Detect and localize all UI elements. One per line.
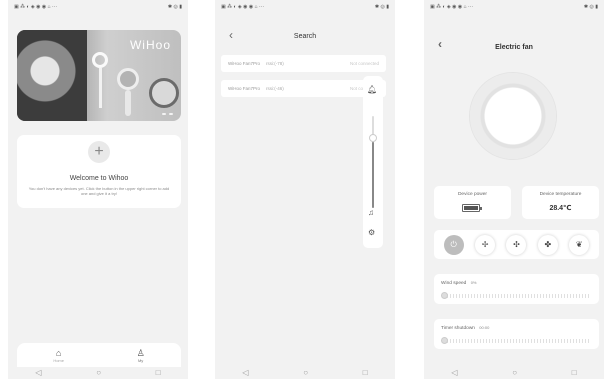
status-icons-left: ▣ ⁂ ◐ ◈ ◉ ◉ ⌂ ··· — [430, 4, 474, 10]
fan-header: ‹ Electric fan — [424, 37, 604, 57]
fan-image — [92, 52, 108, 68]
add-device-button[interactable]: + — [88, 141, 110, 163]
device-rssi: rssi:(-78) — [266, 61, 284, 66]
status-icons-left: ▣ ⁂ ◐ ◈ ◉ ◉ ⌂ ··· — [14, 4, 58, 10]
home-circle-icon[interactable]: ○ — [512, 368, 517, 377]
back-icon[interactable]: ◁ — [242, 368, 248, 377]
leaf-icon: ❦ — [575, 240, 583, 249]
wind-speed-label: Wind speed 0% — [441, 280, 476, 286]
fan-mode-2-icon: ✣ — [513, 240, 520, 249]
volume-slider-knob[interactable] — [369, 134, 377, 142]
fan-image — [125, 90, 131, 116]
status-bar: ▣ ⁂ ◐ ◈ ◉ ◉ ⌂ ··· ✱ ◎ ▮ — [215, 0, 395, 14]
timer-slider-knob[interactable] — [441, 337, 448, 344]
home-circle-icon[interactable]: ○ — [96, 368, 101, 377]
system-nav-bar: ◁ ○ □ — [424, 365, 604, 379]
system-nav-bar: ◁ ○ □ — [8, 365, 188, 379]
device-rssi: rssi:(-46) — [266, 86, 284, 91]
wind-speed-slider-track[interactable] — [444, 294, 589, 298]
search-header: ‹ Search — [215, 26, 395, 46]
home-circle-icon[interactable]: ○ — [303, 368, 308, 377]
status-bar: ▣ ⁂ ◐ ◈ ◉ ◉ ⌂ ··· ✱ ◎ ▮ — [424, 0, 604, 14]
plus-icon: + — [94, 143, 104, 160]
tab-my-label: My — [137, 357, 144, 363]
home-icon: ⌂ — [55, 347, 62, 358]
device-temperature-card: Device temperature 28.4℃ — [522, 186, 599, 219]
power-icon: ⏻ — [450, 239, 457, 249]
tab-home-label: Home — [53, 357, 64, 363]
welcome-card: + Welcome to Wihoo You don't have any de… — [17, 135, 181, 208]
timer-shutdown-label-text: Timer shutdown — [441, 326, 475, 331]
bell-icon[interactable]: 🔔︎ — [367, 85, 377, 94]
back-chevron-icon[interactable]: ‹ — [438, 37, 442, 51]
person-icon: ♙ — [136, 347, 145, 358]
device-power-card: Device power — [434, 186, 511, 219]
wind-speed-card: Wind speed 0% — [434, 274, 599, 304]
fan-mode-1-button[interactable]: ✢ — [475, 234, 496, 255]
recents-icon[interactable]: □ — [363, 368, 368, 377]
welcome-description: You don't have any devices yet. Click th… — [28, 186, 170, 196]
timer-slider-track[interactable] — [444, 339, 589, 343]
fan-image — [99, 68, 102, 108]
tab-home[interactable]: ⌂ Home — [53, 348, 64, 363]
wind-speed-label-text: Wind speed — [441, 281, 467, 286]
device-status: Not connected — [349, 61, 379, 66]
bottom-tab-bar: ⌂ Home ♙ My — [17, 343, 181, 367]
music-icon[interactable]: ♫ — [368, 208, 374, 217]
device-list-item[interactable]: WiHoo Fan7Pro rssi:(-78) Not connected — [221, 55, 386, 72]
status-icons-left: ▣ ⁂ ◐ ◈ ◉ ◉ ⌂ ··· — [221, 4, 265, 10]
timer-shutdown-label: Timer shutdown 00:00 — [441, 325, 489, 331]
power-button[interactable]: ⏻ — [443, 234, 464, 255]
banner-brand: WiHoo — [129, 38, 171, 52]
status-icons-right: ✱ ◎ ▮ — [374, 4, 389, 10]
fan-mode-1-icon: ✢ — [481, 240, 489, 249]
carousel-dots — [162, 113, 173, 115]
phone-search-screen: ▣ ⁂ ◐ ◈ ◉ ◉ ⌂ ··· ✱ ◎ ▮ ‹ Search WiHoo F… — [215, 0, 395, 379]
recents-icon[interactable]: □ — [156, 368, 161, 377]
volume-slider-fill — [372, 142, 374, 208]
welcome-title: Welcome to Wihoo — [69, 175, 129, 182]
status-bar: ▣ ⁂ ◐ ◈ ◉ ◉ ⌂ ··· ✱ ◎ ▮ — [8, 0, 188, 14]
fan-mode-2-button[interactable]: ✣ — [506, 234, 527, 255]
phone-home-screen: ▣ ⁂ ◐ ◈ ◉ ◉ ⌂ ··· ✱ ◎ ▮ WiHoo + Welcome … — [8, 0, 188, 379]
timer-shutdown-value: 00:00 — [479, 325, 490, 330]
natural-mode-button[interactable]: ❦ — [569, 234, 590, 255]
mode-selector: ⏻ ✢ ✣ ✤ ❦ — [434, 230, 599, 259]
tab-my[interactable]: ♙ My — [137, 348, 145, 363]
fan-status-dial — [470, 73, 556, 159]
promo-banner[interactable]: WiHoo — [17, 30, 181, 121]
fan-image — [149, 78, 179, 108]
back-icon[interactable]: ◁ — [451, 368, 457, 377]
device-name: WiHoo Fan7Pro — [228, 86, 261, 91]
device-name: WiHoo Fan7Pro — [228, 61, 261, 66]
recents-icon[interactable]: □ — [572, 368, 577, 377]
back-chevron-icon[interactable]: ‹ — [229, 28, 233, 42]
device-temperature-label: Device temperature — [539, 192, 582, 197]
wind-speed-slider-knob[interactable] — [441, 292, 448, 299]
device-list-item[interactable]: WiHoo Fan7Pro rssi:(-46) Not connected — [221, 80, 386, 97]
banner-photo — [17, 30, 87, 121]
fan-image — [117, 68, 139, 90]
fan-mode-3-icon: ✤ — [544, 240, 552, 249]
status-icons-right: ✱ ◎ ▮ — [167, 4, 182, 10]
wind-speed-value: 0% — [470, 280, 477, 285]
floating-side-panel: 🔔︎ ♫ ⚙ — [363, 76, 383, 248]
gear-icon[interactable]: ⚙ — [368, 228, 375, 237]
system-nav-bar: ◁ ○ □ — [215, 365, 395, 379]
device-temperature-value: 28.4℃ — [549, 205, 572, 212]
phone-fan-control-screen: ▣ ⁂ ◐ ◈ ◉ ◉ ⌂ ··· ✱ ◎ ▮ ‹ Electric fan D… — [424, 0, 604, 379]
back-icon[interactable]: ◁ — [35, 368, 41, 377]
device-power-label: Device power — [457, 192, 488, 197]
battery-icon — [462, 204, 482, 212]
timer-shutdown-card: Timer shutdown 00:00 — [434, 319, 599, 349]
page-title: Electric fan — [495, 43, 533, 51]
fan-mode-3-button[interactable]: ✤ — [537, 234, 558, 255]
page-title: Search — [293, 32, 317, 40]
status-icons-right: ✱ ◎ ▮ — [583, 4, 598, 10]
